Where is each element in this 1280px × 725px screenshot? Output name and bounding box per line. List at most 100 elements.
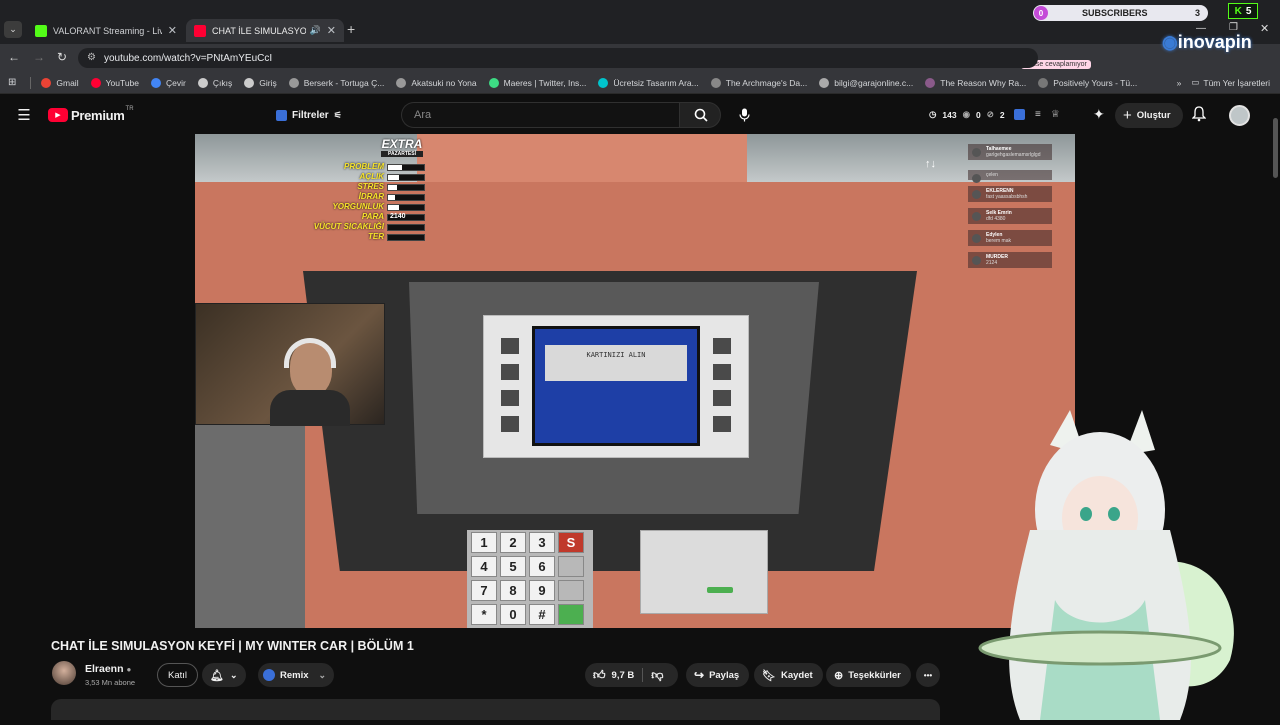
streamer-body — [270, 390, 350, 426]
site-info-icon[interactable]: ⚙ — [87, 52, 96, 63]
close-tab-icon[interactable]: ✕ — [321, 24, 336, 37]
address-bar[interactable]: ⚙ youtube.com/watch?v=PNtAmYEuCcI — [78, 48, 1038, 68]
keypad-key: 4 — [471, 556, 497, 577]
atm-keypad: 1 2 3 S 4 5 6 7 8 9 * 0 # — [471, 532, 591, 625]
stat-row: YORGUNLUK — [290, 202, 425, 212]
extension-badge-icon — [276, 109, 287, 121]
tab-label: VALORANT Streaming - Live Str — [53, 25, 162, 36]
back-arrow-icon[interactable]: ← — [8, 50, 20, 64]
tab-youtube-video[interactable]: CHAT İLE SIMULASYON KEYF 🔊 ✕ — [186, 19, 344, 42]
subscribers-left-count: 0 — [1034, 6, 1048, 20]
channel-name[interactable]: Elraenn ● — [85, 663, 131, 675]
stat-label: YORGUNLUK — [332, 202, 384, 211]
headphones — [284, 338, 336, 368]
reload-icon[interactable]: ↻ — [57, 50, 67, 64]
save-button[interactable]: 🔖︎ Kaydet — [754, 663, 823, 687]
bookmark-item[interactable]: Akatsuki no Yona — [396, 77, 477, 88]
apps-grid-icon[interactable]: ⊞ — [8, 77, 16, 88]
all-bookmarks-link[interactable]: Tüm Yer İşaretleri — [1203, 78, 1270, 88]
sparkle-icon[interactable]: ✦ — [1093, 106, 1105, 123]
atm-screen: KARTINIZI ALIN — [532, 326, 700, 446]
audio-playing-icon[interactable]: 🔊 — [310, 25, 321, 36]
bookmarks-list: Gmail YouTube Çevir Çıkış Giriş Berserk - Tor… — [41, 77, 1149, 88]
close-tab-icon[interactable]: ✕ — [162, 24, 177, 37]
bookmark-item[interactable]: Giriş — [244, 77, 277, 88]
bookmark-item[interactable]: Çıkış — [197, 77, 233, 88]
stat-fill — [388, 164, 403, 170]
like-button[interactable]: 👍︎ 9,7 B — [585, 663, 634, 687]
create-button[interactable]: + Oluştur — [1115, 103, 1183, 128]
search-input[interactable]: Ara — [401, 102, 679, 128]
thumbs-down-icon[interactable]: 👎︎ — [651, 668, 663, 683]
bookmark-item[interactable]: The Archmage's Da... — [710, 77, 808, 88]
account-avatar[interactable] — [1229, 105, 1250, 126]
window-close-button[interactable]: ✕ — [1260, 22, 1269, 35]
bookmarks-overflow-icon[interactable]: » — [1177, 78, 1182, 88]
atm-side-button-right — [713, 390, 731, 406]
subscribers-label: SUBSCRIBERS — [1082, 8, 1148, 18]
bookmark-item[interactable]: bilgi@garajonline.c... — [819, 77, 913, 88]
stat-row: AÇLIK — [290, 172, 425, 182]
bookmark-item[interactable]: Gmail — [41, 77, 79, 88]
forward-arrow-icon[interactable]: → — [33, 50, 45, 64]
filters-button[interactable]: Filtreler ⚟ — [276, 104, 342, 126]
join-button[interactable]: Katıl — [157, 663, 199, 687]
subscribers-right-count: 3 — [1194, 8, 1200, 18]
bookmark-label: Çıkış — [212, 77, 233, 88]
bookmark-label: Berserk - Tortuga Ç... — [303, 77, 385, 88]
stat-label: TER — [368, 232, 384, 241]
keypad-key: 8 — [500, 580, 526, 601]
chat-avatar — [972, 212, 981, 221]
bookmark-item[interactable]: Maeres | Twitter, Ins... — [488, 77, 586, 88]
video-player[interactable]: KARTINIZI ALIN 1 2 3 S 4 5 6 7 8 9 * 0 # EXTRA PAZAR… — [195, 134, 1075, 628]
keypad-key: 0 — [500, 604, 526, 625]
more-actions-button[interactable]: ••• — [916, 663, 940, 687]
bookmark-item[interactable]: YouTube — [90, 77, 139, 88]
remix-button[interactable]: Remix ⌄ — [258, 663, 335, 687]
bookmark-label: The Archmage's Da... — [725, 77, 808, 88]
share-icon: ↪ — [694, 668, 705, 682]
bookmark-item[interactable]: Berserk - Tortuga Ç... — [288, 77, 385, 88]
bookmark-item[interactable]: The Reason Why Ra... — [925, 77, 1026, 88]
header-extension-icons[interactable]: ≡ ♕ — [1014, 109, 1060, 120]
atm-side-button-left — [501, 390, 519, 406]
channel-avatar[interactable] — [52, 661, 76, 685]
new-tab-button[interactable]: + — [347, 21, 355, 37]
share-button[interactable]: ↪ Paylaş — [686, 663, 750, 687]
bookmark-item[interactable]: Ücretsiz Tasarım Ara... — [598, 77, 699, 88]
voice-search-button[interactable] — [733, 104, 755, 126]
road — [195, 424, 305, 628]
page-scrollbar[interactable] — [1272, 96, 1280, 720]
stat-row: TER — [290, 232, 425, 242]
tab-label: CHAT İLE SIMULASYON KEYF — [212, 25, 306, 36]
youtube-logo[interactable]: ▶ Premium TR — [48, 106, 134, 124]
chat-message: Selk Emrin dfd 4380 — [968, 208, 1052, 224]
stat-row: PARA 2140 — [290, 212, 425, 222]
bookmark-label: Positively Yours - Tü... — [1053, 77, 1138, 88]
notifications-bell-icon[interactable] — [1191, 106, 1207, 127]
stat-bar — [387, 223, 425, 231]
stat-row: İDRAR — [290, 192, 425, 202]
trophy-icon: ♕ — [1050, 109, 1060, 120]
bookmark-label: YouTube — [105, 77, 139, 88]
tab-valorant[interactable]: VALORANT Streaming - Live Str ✕ — [27, 19, 185, 42]
stat-label: İDRAR — [358, 192, 384, 201]
bookmark-item[interactable]: Positively Yours - Tü... — [1038, 77, 1138, 88]
thanks-button[interactable]: ⊕ Teşekkürler — [826, 663, 911, 687]
keypad-key — [558, 556, 584, 577]
subscribed-bell-button[interactable]: 🔔︎ ⌄ — [202, 663, 246, 687]
menu-icon[interactable]: ☰ — [14, 106, 34, 124]
atm-side-button-left — [501, 416, 519, 432]
inovapin-logo: ◉inovapin — [1162, 32, 1252, 52]
keypad-key: 9 — [529, 580, 555, 601]
bookmark-item[interactable]: Çevir — [151, 77, 186, 88]
keypad-key: 7 — [471, 580, 497, 601]
atm-side-button-right — [713, 416, 731, 432]
bookmark-favicon-icon — [244, 77, 255, 88]
bookmark-favicon-icon — [1038, 77, 1049, 88]
search-button[interactable] — [679, 102, 721, 128]
scrollbar-thumb[interactable] — [1273, 118, 1278, 178]
super-thanks-icon: ⊕ — [834, 669, 844, 682]
tab-search-button[interactable]: ⌄ — [4, 21, 22, 38]
stat-fill — [388, 184, 397, 190]
